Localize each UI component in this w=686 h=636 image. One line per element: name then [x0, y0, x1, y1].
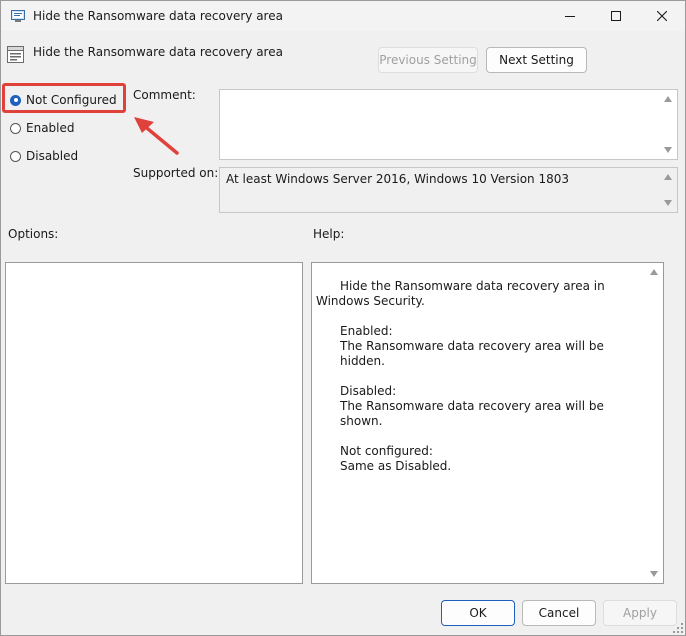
supported-scrollbar[interactable] [660, 168, 677, 212]
help-enabled-heading: Enabled: [340, 324, 393, 338]
help-enabled-text: The Ransomware data recovery area will b… [340, 339, 604, 368]
policy-setting-icon [7, 46, 24, 63]
help-notconfigured-heading: Not configured: [340, 444, 433, 458]
scroll-up-icon[interactable] [664, 96, 672, 102]
help-enabled-section: Enabled: The Ransomware data recovery ar… [316, 324, 636, 369]
close-button[interactable] [639, 1, 685, 31]
comment-label: Comment: [133, 88, 196, 102]
help-panel: Hide the Ransomware data recovery area i… [311, 262, 664, 584]
scroll-up-icon[interactable] [650, 269, 658, 275]
app-icon [11, 10, 25, 22]
annotation-highlight-box [2, 83, 126, 113]
annotation-arrow-icon [134, 117, 179, 155]
cancel-button[interactable]: Cancel [522, 600, 596, 626]
supported-on-field: At least Windows Server 2016, Windows 10… [219, 167, 678, 213]
radio-disabled-label: Disabled [26, 149, 79, 163]
scroll-up-icon[interactable] [664, 174, 672, 180]
supported-on-value: At least Windows Server 2016, Windows 10… [226, 172, 570, 186]
supported-on-label: Supported on: [133, 166, 219, 180]
policy-setting-dialog: Hide the Ransomware data recovery area H… [0, 0, 686, 636]
options-label: Options: [8, 227, 59, 241]
ok-button[interactable]: OK [441, 600, 515, 626]
resize-grip-icon[interactable] [673, 623, 683, 633]
close-icon [657, 11, 667, 21]
scroll-down-icon[interactable] [664, 147, 672, 153]
radio-enabled[interactable]: Enabled [10, 121, 75, 135]
help-label: Help: [313, 227, 345, 241]
radio-button[interactable] [10, 122, 21, 134]
help-disabled-heading: Disabled: [340, 384, 397, 398]
help-disabled-section: Disabled: The Ransomware data recovery a… [316, 384, 636, 429]
previous-setting-button[interactable]: Previous Setting [378, 47, 478, 73]
help-disabled-text: The Ransomware data recovery area will b… [340, 399, 604, 428]
apply-button[interactable]: Apply [603, 600, 677, 626]
help-notconfigured-section: Not configured: Same as Disabled. [316, 444, 636, 474]
radio-enabled-label: Enabled [26, 121, 75, 135]
title-bar[interactable]: Hide the Ransomware data recovery area [1, 1, 685, 31]
window-title: Hide the Ransomware data recovery area [33, 9, 283, 23]
help-intro: Hide the Ransomware data recovery area i… [316, 279, 605, 308]
scroll-down-icon[interactable] [664, 200, 672, 206]
maximize-button[interactable] [593, 1, 639, 31]
help-scrollbar[interactable] [646, 263, 663, 583]
comment-textarea[interactable] [219, 89, 678, 160]
radio-disabled[interactable]: Disabled [10, 149, 78, 163]
help-text: Hide the Ransomware data recovery area i… [316, 279, 636, 489]
policy-title: Hide the Ransomware data recovery area [33, 45, 283, 59]
minimize-button[interactable] [547, 1, 593, 31]
scroll-down-icon[interactable] [650, 571, 658, 577]
maximize-icon [611, 11, 621, 21]
comment-scrollbar[interactable] [660, 90, 677, 159]
next-setting-button[interactable]: Next Setting [486, 47, 587, 73]
radio-button[interactable] [10, 150, 21, 162]
options-panel [5, 262, 303, 584]
minimize-icon [565, 16, 575, 17]
help-notconfigured-text: Same as Disabled. [340, 459, 452, 473]
